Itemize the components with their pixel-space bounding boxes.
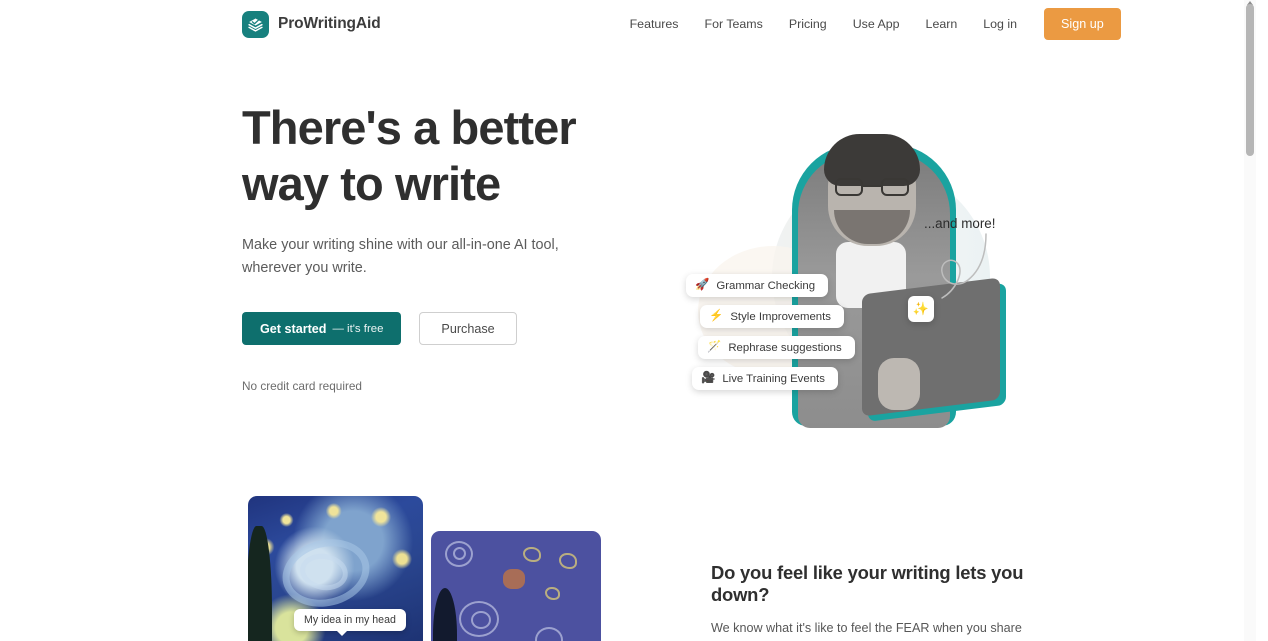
idea-in-my-head-tooltip: My idea in my head: [294, 609, 406, 636]
feature-pill-style-improvements: ⚡ Style Improvements: [700, 305, 844, 328]
starry-night-comparison: My idea in my head: [248, 496, 618, 641]
and-more-annotation: ...and more!: [924, 216, 996, 231]
feature-pill-label: Live Training Events: [722, 372, 825, 385]
page-scrollbar[interactable]: [1244, 0, 1256, 641]
crude-sketch-image: [431, 531, 601, 641]
no-credit-card-note: No credit card required: [242, 379, 362, 393]
magic-wand-icon: 🪄: [707, 340, 722, 353]
lower-section-body: We know what it's like to feel the FEAR …: [711, 621, 1040, 641]
lightning-icon: ⚡: [709, 309, 724, 322]
hand-drawn-arrow-icon: [941, 233, 987, 299]
site-header: ProWritingAid Features For Teams Pricing…: [0, 0, 1256, 48]
feature-pill-label: Rephrase suggestions: [728, 341, 842, 354]
get-started-suffix: — it's free: [332, 322, 384, 335]
hero-subtitle: Make your writing shine with our all-in-…: [242, 237, 559, 276]
video-camera-icon: 🎥: [701, 371, 716, 384]
feature-pill-label: Style Improvements: [730, 310, 831, 323]
hero-title: There's a better way to write: [242, 101, 577, 210]
scrollbar-thumb[interactable]: [1246, 4, 1254, 156]
sign-up-button[interactable]: Sign up: [1044, 8, 1121, 40]
hero-illustration: 🚀 Grammar Checking ⚡ Style Improvements …: [660, 106, 1020, 436]
get-started-label: Get started: [260, 321, 327, 336]
nav-link-learn[interactable]: Learn: [913, 17, 971, 31]
get-started-button[interactable]: Get started — it's free: [242, 312, 402, 345]
hero-copy: There's a better way to write Make your …: [242, 100, 642, 393]
hero-actions: Get started — it's free Purchase: [242, 312, 642, 345]
feature-pill-rephrase-suggestions: 🪄 Rephrase suggestions: [698, 336, 855, 359]
lower-copy: Do you feel like your writing lets you d…: [711, 496, 1061, 641]
nav-link-for-teams[interactable]: For Teams: [692, 17, 776, 31]
feature-pill-label: Grammar Checking: [716, 279, 816, 292]
sparkle-icon: ✨: [908, 296, 934, 322]
lower-section: My idea in my head Do you feel like your…: [0, 496, 1256, 641]
brand-name: ProWritingAid: [278, 15, 381, 32]
lower-section-title: Do you feel like your writing lets you d…: [711, 562, 1024, 605]
nav-link-use-app[interactable]: Use App: [840, 17, 913, 31]
feature-pill-grammar-checking: 🚀 Grammar Checking: [686, 274, 829, 297]
nav-link-pricing[interactable]: Pricing: [776, 17, 840, 31]
main-navigation: Features For Teams Pricing Use App Learn…: [617, 8, 1121, 40]
stacked-books-check-icon: [242, 10, 269, 38]
purchase-button[interactable]: Purchase: [419, 312, 517, 345]
feature-pill-list: 🚀 Grammar Checking ⚡ Style Improvements …: [686, 274, 855, 390]
hero-section: There's a better way to write Make your …: [0, 48, 1256, 428]
nav-link-log-in[interactable]: Log in: [970, 17, 1030, 31]
feature-pill-live-training-events: 🎥 Live Training Events: [692, 367, 838, 390]
nav-link-features[interactable]: Features: [617, 17, 692, 31]
page-root: ProWritingAid Features For Teams Pricing…: [0, 0, 1256, 641]
glasses-icon: [835, 178, 909, 196]
rocket-icon: 🚀: [695, 278, 710, 291]
brand-logo[interactable]: ProWritingAid: [242, 10, 381, 38]
